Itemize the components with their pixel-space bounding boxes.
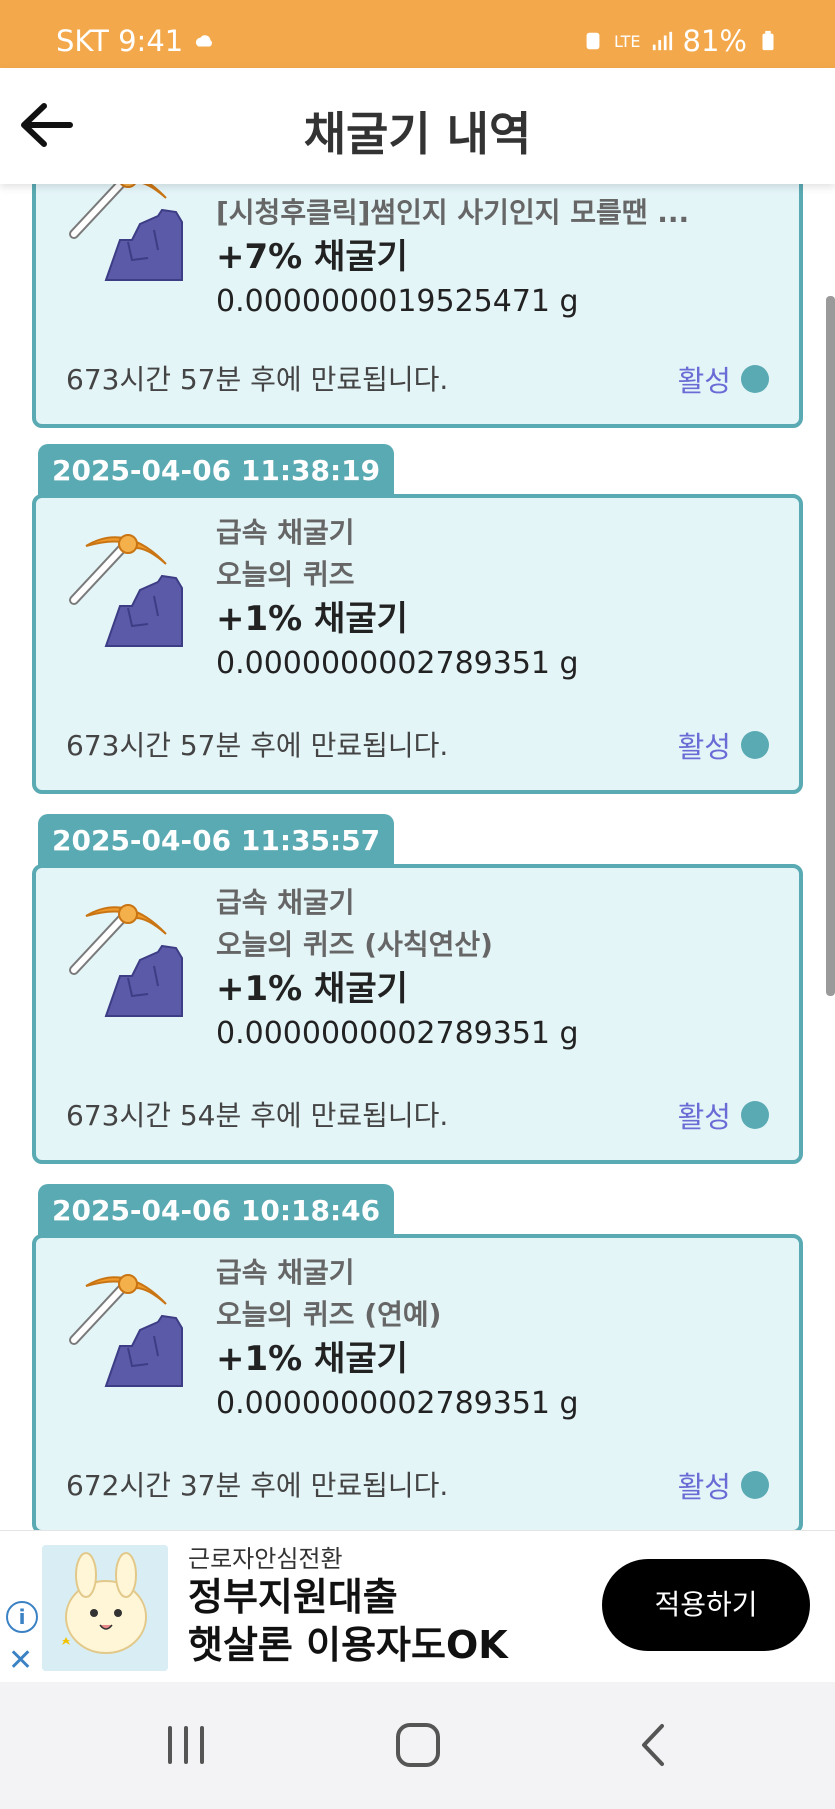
entry-date: 2025-04-06 11:38:19	[38, 444, 395, 496]
system-nav-bar	[0, 1682, 835, 1809]
ad-headline-line-2: 햇살론 이용자도OK	[188, 1623, 508, 1667]
history-entry: [시청후클릭]썸인지 사기인지 모를땐 ... +7% 채굴기 0.000000…	[32, 184, 803, 428]
card-type: 급속 채굴기	[216, 1256, 355, 1289]
active-dot-icon	[741, 731, 769, 759]
card-expire: 672시간 37분 후에 만료됩니다.	[66, 1469, 449, 1502]
battery-icon	[762, 30, 774, 51]
pickaxe-miner-icon	[66, 526, 186, 656]
status-badge: 활성	[678, 724, 769, 766]
status-label: 활성	[677, 730, 731, 764]
status-label: 활성	[677, 1470, 731, 1504]
card-amount: 0.0000000002789351 g	[216, 646, 579, 681]
miner-card[interactable]: 급속 채굴기 오늘의 퀴즈 (연예) +1% 채굴기 0.00000000027…	[32, 1234, 803, 1530]
info-icon[interactable]: i	[6, 1601, 38, 1633]
sim-icon	[586, 32, 600, 50]
close-icon[interactable]: ✕	[8, 1643, 33, 1678]
status-label: 활성	[677, 1100, 731, 1134]
network-label: LTE	[613, 31, 641, 51]
ad-subtitle: 근로자안심전환	[188, 1545, 343, 1573]
home-icon[interactable]	[378, 1712, 458, 1778]
card-text: 급속 채굴기 오늘의 퀴즈 (사칙연산) +1% 채굴기 0.000000000…	[216, 882, 779, 1056]
card-text: [시청후클릭]썸인지 사기인지 모를땐 ... +7% 채굴기 0.000000…	[216, 192, 779, 324]
status-badge: 활성	[678, 1464, 769, 1506]
card-rate: +7% 채굴기	[216, 237, 408, 277]
card-type: 급속 채굴기	[216, 886, 355, 919]
card-text: 급속 채굴기 오늘의 퀴즈 (연예) +1% 채굴기 0.00000000027…	[216, 1252, 779, 1426]
card-amount: 0.0000000019525471 g	[216, 284, 579, 319]
card-rate: +1% 채굴기	[216, 599, 408, 639]
status-label: 활성	[677, 364, 731, 398]
page-title: 채굴기 내역	[303, 107, 532, 161]
active-dot-icon	[741, 365, 769, 393]
card-expire: 673시간 57분 후에 만료됩니다.	[66, 363, 449, 396]
signal-icon	[652, 31, 672, 51]
card-expire: 673시간 57분 후에 만료됩니다.	[66, 729, 449, 762]
miner-card[interactable]: 급속 채굴기 오늘의 퀴즈 (사칙연산) +1% 채굴기 0.000000000…	[32, 864, 803, 1164]
status-bar: SKT 9:41 LTE 81%	[0, 0, 835, 68]
card-amount: 0.0000000002789351 g	[216, 1016, 579, 1051]
entry-date: 2025-04-06 11:35:57	[38, 814, 395, 866]
pickaxe-miner-icon	[66, 896, 186, 1026]
carrier-time: SKT 9:41	[56, 24, 184, 58]
app-header: 채굴기 내역	[0, 68, 835, 184]
battery-percent: 81%	[682, 24, 747, 58]
card-source: 오늘의 퀴즈 (사칙연산)	[216, 928, 493, 961]
weather-icon	[196, 35, 213, 47]
ad-apply-button[interactable]: 적용하기	[602, 1559, 810, 1651]
card-source: 오늘의 퀴즈	[216, 558, 355, 591]
card-expire: 673시간 54분 후에 만료됩니다.	[66, 1099, 449, 1132]
ad-headline-line-1: 정부지원대출	[188, 1575, 398, 1619]
status-right: LTE 81%	[582, 24, 779, 58]
pickaxe-miner-icon	[66, 1266, 186, 1396]
ad-headline: 정부지원대출 햇살론 이용자도OK	[188, 1573, 508, 1669]
active-dot-icon	[741, 1101, 769, 1129]
entry-date: 2025-04-06 10:18:46	[38, 1184, 395, 1236]
card-source: 오늘의 퀴즈 (연예)	[216, 1298, 442, 1331]
history-entry: 2025-04-06 10:18:46 급속 채굴기 오늘의 퀴즈 (연예) +…	[32, 1184, 803, 1530]
back-nav-icon[interactable]	[614, 1712, 694, 1778]
card-source: [시청후클릭]썸인지 사기인지 모를땐 ...	[216, 196, 690, 229]
card-amount: 0.0000000002789351 g	[216, 1386, 579, 1421]
pickaxe-miner-icon	[66, 184, 186, 290]
status-badge: 활성	[678, 1094, 769, 1136]
miner-card[interactable]: 급속 채굴기 오늘의 퀴즈 +1% 채굴기 0.0000000002789351…	[32, 494, 803, 794]
status-left: SKT 9:41	[56, 24, 215, 58]
miner-card[interactable]: [시청후클릭]썸인지 사기인지 모를땐 ... +7% 채굴기 0.000000…	[32, 184, 803, 428]
card-type: 급속 채굴기	[216, 516, 355, 549]
history-entry: 2025-04-06 11:35:57 급속 채굴기 오늘의 퀴즈 (사칙연산)…	[32, 814, 803, 1164]
status-badge: 활성	[678, 358, 769, 400]
history-entry: 2025-04-06 11:38:19 급속 채굴기 오늘의 퀴즈 +1% 채굴…	[32, 444, 803, 794]
history-list[interactable]: [시청후클릭]썸인지 사기인지 모를땐 ... +7% 채굴기 0.000000…	[0, 184, 835, 1530]
ad-mascot-image	[42, 1545, 168, 1671]
active-dot-icon	[741, 1471, 769, 1499]
card-text: 급속 채굴기 오늘의 퀴즈 +1% 채굴기 0.0000000002789351…	[216, 512, 779, 686]
card-rate: +1% 채굴기	[216, 969, 408, 1009]
recent-apps-icon[interactable]	[146, 1712, 226, 1778]
ad-banner[interactable]: i ✕ 근로자안심전환 정부지원대출 햇살론 이용자도OK 적용하기	[0, 1530, 835, 1682]
card-rate: +1% 채굴기	[216, 1339, 408, 1379]
scrollbar[interactable]	[826, 296, 835, 996]
